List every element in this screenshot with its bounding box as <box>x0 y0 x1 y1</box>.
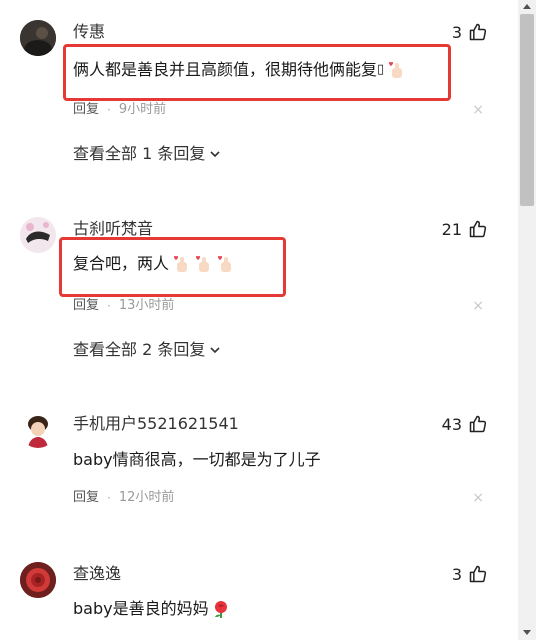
close-icon[interactable]: × <box>472 297 484 315</box>
like-count: 3 <box>451 22 462 42</box>
chevron-down-icon <box>210 151 220 158</box>
like-button[interactable]: 21 <box>442 217 488 241</box>
separator-dot: · <box>107 491 111 505</box>
comment-meta: 回复 · 12小时前 <box>73 489 174 507</box>
thumbs-up-icon <box>469 565 487 583</box>
rose-emoji-icon <box>214 601 227 618</box>
comment-feed: 传惠 3 俩人都是善良并且高颜值，很期待他俩能复 ▯ 回复 · 9小时前 × 查看… <box>0 0 518 640</box>
view-replies-button[interactable]: 查看全部 2 条回复 <box>73 338 221 362</box>
like-button[interactable]: 43 <box>442 412 488 436</box>
avatar[interactable] <box>20 562 56 598</box>
chevron-down-icon <box>210 347 220 354</box>
avatar[interactable] <box>20 20 56 56</box>
reply-button[interactable]: 回复 <box>73 101 99 119</box>
like-count: 3 <box>451 564 462 584</box>
thumbs-up-icon <box>469 220 487 238</box>
comment-meta: 回复 · 9小时前 <box>73 101 166 119</box>
like-button[interactable]: 3 <box>452 562 488 586</box>
avatar[interactable] <box>20 412 56 448</box>
view-replies-label: 查看全部 2 条回复 <box>73 340 206 359</box>
username[interactable]: 查逸逸 <box>73 562 121 586</box>
scroll-down-icon[interactable] <box>523 630 531 635</box>
close-icon[interactable]: × <box>472 489 484 507</box>
timestamp: 12小时前 <box>118 490 175 505</box>
highlight-box <box>59 237 286 297</box>
view-replies-button[interactable]: 查看全部 1 条回复 <box>73 142 221 166</box>
highlight-box <box>63 44 451 101</box>
comment-item: 手机用户5521621541 43 baby情商很高，一切都是为了儿子 回复 ·… <box>0 412 518 522</box>
separator-dot: · <box>107 299 111 313</box>
timestamp: 13小时前 <box>118 298 175 313</box>
scrollbar-thumb[interactable] <box>520 14 534 206</box>
comment-item: 查逸逸 3 baby是善良的妈妈 <box>0 562 518 640</box>
comment-meta: 回复 · 13小时前 <box>73 297 174 315</box>
comment-text: baby是善良的妈妈 <box>73 597 231 621</box>
like-button[interactable]: 3 <box>452 20 488 44</box>
avatar[interactable] <box>20 217 56 253</box>
thumbs-up-icon <box>469 23 487 41</box>
like-count: 43 <box>441 414 462 434</box>
username[interactable]: 手机用户5521621541 <box>73 412 239 436</box>
view-replies-label: 查看全部 1 条回复 <box>73 144 206 163</box>
timestamp: 9小时前 <box>118 102 167 117</box>
username[interactable]: 传惠 <box>73 20 105 44</box>
scrollbar[interactable] <box>518 0 536 640</box>
reply-button[interactable]: 回复 <box>73 297 99 315</box>
separator-dot: · <box>107 103 111 117</box>
comment-text-body: baby情商很高，一切都是为了儿子 <box>73 450 321 469</box>
close-icon[interactable]: × <box>472 101 484 119</box>
reply-button[interactable]: 回复 <box>73 489 99 507</box>
scroll-up-icon[interactable] <box>523 4 531 9</box>
comment-text-body: baby是善良的妈妈 <box>73 599 209 618</box>
like-count: 21 <box>441 219 462 239</box>
thumbs-up-icon <box>469 415 487 433</box>
comment-text: baby情商很高，一切都是为了儿子 <box>73 448 321 472</box>
